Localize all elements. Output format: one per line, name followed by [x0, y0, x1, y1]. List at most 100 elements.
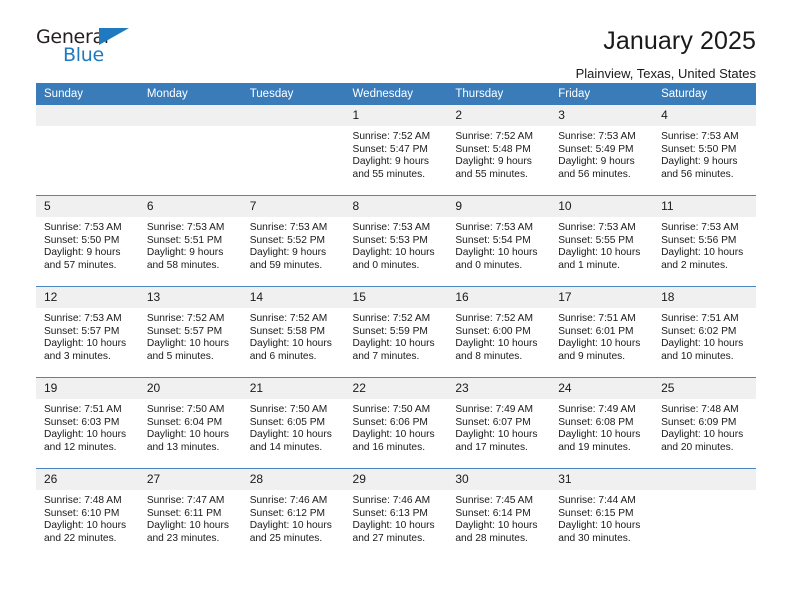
sunset-time: Sunset: 5:50 PM: [44, 234, 120, 246]
calendar-day-cell[interactable]: 30 Sunrise: 7:45 AM Sunset: 6:14 PM Dayligh…: [447, 468, 551, 559]
calendar-day-cell[interactable]: 29 Sunrise: 7:46 AM Sunset: 6:13 PM Dayligh…: [344, 468, 448, 559]
calendar-day-cell[interactable]: 24 Sunrise: 7:49 AM Sunset: 6:08 PM Dayligh…: [550, 377, 654, 469]
calendar-day-cell[interactable]: 23 Sunrise: 7:49 AM Sunset: 6:07 PM Dayligh…: [447, 377, 551, 469]
daylight-duration-line1: Daylight: 9 hours: [558, 156, 635, 168]
daylight-duration-line2: and 2 minutes.: [661, 259, 728, 271]
day-details: Sunrise: 7:49 AM Sunset: 6:07 PM Daylight:…: [447, 399, 550, 454]
calendar-day-cell[interactable]: 28 Sunrise: 7:46 AM Sunset: 6:12 PM Dayligh…: [241, 468, 345, 559]
sunrise-time: Sunrise: 7:46 AM: [352, 495, 431, 506]
sunset-time: Sunset: 5:57 PM: [146, 325, 223, 337]
calendar-day-cell[interactable]: 12 Sunrise: 7:53 AM Sunset: 5:57 PM Dayligh…: [36, 286, 139, 378]
calendar-day-cell[interactable]: 15 Sunrise: 7:52 AM Sunset: 5:59 PM Dayligh…: [344, 286, 448, 378]
calendar-day-cell[interactable]: 31 Sunrise: 7:44 AM Sunset: 6:15 PM Dayligh…: [550, 468, 654, 559]
calendar-day-cell[interactable]: 2 Sunrise: 7:52 AM Sunset: 5:48 PM Daylight…: [447, 105, 551, 196]
general-blue-logo[interactable]: General Blue: [36, 26, 140, 72]
calendar-day-cell[interactable]: 3 Sunrise: 7:53 AM Sunset: 5:49 PM Daylight…: [550, 105, 654, 196]
sunrise-time: Sunrise: 7:52 AM: [352, 131, 431, 142]
day-number: 20: [138, 378, 242, 399]
sunrise-time: Sunrise: 7:52 AM: [455, 313, 533, 324]
day-number: 24: [550, 378, 654, 399]
location-subtitle: Plainview, Texas, United States: [575, 66, 756, 81]
sunrise-time: Sunrise: 7:50 AM: [146, 404, 225, 415]
daylight-duration-line1: Daylight: 10 hours: [558, 338, 641, 350]
daylight-duration-line2: and 7 minutes.: [352, 350, 420, 362]
daylight-duration-line1: Daylight: 10 hours: [558, 429, 641, 441]
sunset-time: Sunset: 6:12 PM: [249, 507, 326, 519]
day-details: Sunrise: 7:53 AM Sunset: 5:53 PM Daylight:…: [345, 217, 448, 272]
calendar-day-cell[interactable]: 9 Sunrise: 7:53 AM Sunset: 5:54 PM Daylight…: [447, 195, 551, 287]
sunset-time: Sunset: 5:59 PM: [352, 325, 428, 337]
logo-triangle-icon: [99, 28, 129, 45]
calendar-day-cell[interactable]: 4 Sunrise: 7:53 AM Sunset: 5:50 PM Daylight…: [653, 105, 756, 196]
calendar-day-cell[interactable]: 14 Sunrise: 7:52 AM Sunset: 5:58 PM Dayligh…: [241, 286, 345, 378]
calendar-day-cell[interactable]: 26 Sunrise: 7:48 AM Sunset: 6:10 PM Dayligh…: [36, 468, 139, 559]
sunset-time: Sunset: 5:54 PM: [455, 234, 531, 246]
calendar-day-cell-empty: [36, 105, 139, 196]
daylight-duration-line1: Daylight: 9 hours: [44, 247, 121, 259]
calendar-body: 1 Sunrise: 7:52 AM Sunset: 5:47 PM Daylight…: [36, 105, 756, 559]
daylight-duration-line2: and 5 minutes.: [146, 350, 214, 362]
daylight-duration-line2: and 56 minutes.: [661, 168, 734, 180]
logo-text-blue: Blue: [63, 44, 104, 66]
sunrise-time: Sunrise: 7:53 AM: [661, 222, 739, 233]
day-number: [653, 469, 756, 490]
day-number: 8: [344, 196, 448, 217]
title-block: January 2025 Plainview, Texas, United St…: [140, 26, 756, 82]
calendar-day-cell[interactable]: 20 Sunrise: 7:50 AM Sunset: 6:04 PM Dayligh…: [138, 377, 242, 469]
calendar-day-cell-empty: [138, 105, 242, 196]
weekday-header-friday: Friday: [550, 83, 654, 105]
day-number: 19: [36, 378, 139, 399]
calendar-day-cell[interactable]: 21 Sunrise: 7:50 AM Sunset: 6:05 PM Dayligh…: [241, 377, 345, 469]
daylight-duration-line2: and 17 minutes.: [455, 441, 528, 453]
daylight-duration-line1: Daylight: 9 hours: [146, 247, 224, 259]
calendar-day-cell[interactable]: 17 Sunrise: 7:51 AM Sunset: 6:01 PM Dayligh…: [550, 286, 654, 378]
sunrise-time: Sunrise: 7:51 AM: [661, 313, 739, 324]
daylight-duration-line2: and 56 minutes.: [558, 168, 631, 180]
calendar-day-cell[interactable]: 8 Sunrise: 7:53 AM Sunset: 5:53 PM Daylight…: [344, 195, 448, 287]
calendar-day-cell[interactable]: 7 Sunrise: 7:53 AM Sunset: 5:52 PM Daylight…: [241, 195, 345, 287]
daylight-duration-line2: and 55 minutes.: [352, 168, 426, 180]
calendar-day-cell[interactable]: 11 Sunrise: 7:53 AM Sunset: 5:56 PM Dayligh…: [653, 195, 756, 287]
day-number: 7: [241, 196, 345, 217]
day-details: Sunrise: 7:52 AM Sunset: 5:47 PM Daylight:…: [345, 126, 448, 181]
weekday-header-sunday: Sunday: [36, 83, 139, 105]
day-number: 31: [550, 469, 654, 490]
calendar-day-cell[interactable]: 27 Sunrise: 7:47 AM Sunset: 6:11 PM Dayligh…: [138, 468, 242, 559]
day-details: Sunrise: 7:48 AM Sunset: 6:09 PM Daylight:…: [653, 399, 756, 454]
daylight-duration-line1: Daylight: 10 hours: [455, 520, 538, 532]
day-details: Sunrise: 7:49 AM Sunset: 6:08 PM Daylight:…: [550, 399, 653, 454]
calendar-day-cell[interactable]: 16 Sunrise: 7:52 AM Sunset: 6:00 PM Dayligh…: [447, 286, 551, 378]
calendar-day-cell[interactable]: 1 Sunrise: 7:52 AM Sunset: 5:47 PM Daylight…: [344, 105, 448, 196]
daylight-duration-line1: Daylight: 10 hours: [455, 247, 538, 259]
calendar-day-cell[interactable]: 25 Sunrise: 7:48 AM Sunset: 6:09 PM Dayligh…: [653, 377, 756, 469]
calendar-day-cell[interactable]: 10 Sunrise: 7:53 AM Sunset: 5:55 PM Dayligh…: [550, 195, 654, 287]
daylight-duration-line1: Daylight: 10 hours: [661, 429, 744, 441]
day-details: Sunrise: 7:51 AM Sunset: 6:01 PM Daylight:…: [550, 308, 653, 363]
daylight-duration-line2: and 58 minutes.: [146, 259, 220, 271]
calendar-day-cell[interactable]: 13 Sunrise: 7:52 AM Sunset: 5:57 PM Dayligh…: [138, 286, 242, 378]
day-details: Sunrise: 7:53 AM Sunset: 5:52 PM Daylight:…: [242, 217, 345, 272]
daylight-duration-line2: and 3 minutes.: [44, 350, 111, 362]
day-details: Sunrise: 7:50 AM Sunset: 6:05 PM Daylight:…: [242, 399, 345, 454]
weekday-header-wednesday: Wednesday: [344, 83, 448, 105]
sunset-time: Sunset: 5:48 PM: [455, 143, 531, 155]
sunset-time: Sunset: 6:00 PM: [455, 325, 531, 337]
page-title: January 2025: [603, 27, 756, 55]
daylight-duration-line2: and 16 minutes.: [352, 441, 426, 453]
calendar-day-cell[interactable]: 6 Sunrise: 7:53 AM Sunset: 5:51 PM Daylight…: [138, 195, 242, 287]
day-details: Sunrise: 7:53 AM Sunset: 5:54 PM Daylight:…: [447, 217, 550, 272]
day-details: Sunrise: 7:53 AM Sunset: 5:56 PM Daylight:…: [653, 217, 756, 272]
daylight-duration-line1: Daylight: 10 hours: [661, 247, 744, 259]
sunrise-time: Sunrise: 7:52 AM: [352, 313, 431, 324]
daylight-duration-line2: and 27 minutes.: [352, 532, 426, 544]
calendar-day-cell[interactable]: 5 Sunrise: 7:53 AM Sunset: 5:50 PM Daylight…: [36, 195, 139, 287]
calendar-day-cell[interactable]: 22 Sunrise: 7:50 AM Sunset: 6:06 PM Dayligh…: [344, 377, 448, 469]
daylight-duration-line2: and 9 minutes.: [558, 350, 626, 362]
day-number: 26: [36, 469, 139, 490]
day-number: 6: [138, 196, 242, 217]
calendar-day-cell[interactable]: 18 Sunrise: 7:51 AM Sunset: 6:02 PM Dayligh…: [653, 286, 756, 378]
daylight-duration-line1: Daylight: 10 hours: [352, 338, 435, 350]
calendar-day-cell[interactable]: 19 Sunrise: 7:51 AM Sunset: 6:03 PM Dayligh…: [36, 377, 139, 469]
page-header: General Blue January 2025 Plainview, Tex…: [36, 0, 756, 81]
daylight-duration-line2: and 22 minutes.: [44, 532, 117, 544]
